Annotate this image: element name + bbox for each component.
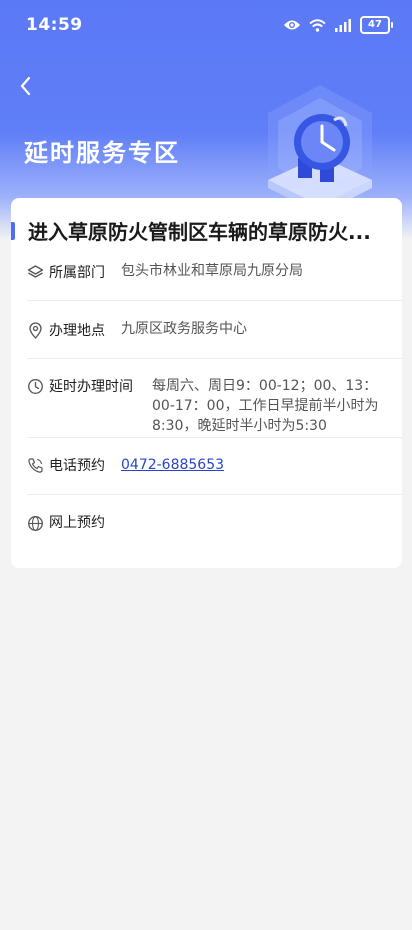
department-row: 所属部门 包头市林业和草原局九原分局	[27, 250, 402, 301]
back-arrow-icon[interactable]	[14, 74, 38, 98]
extended-hours-value: 每周六、周日9：00-12；00、13：00-17：00，工作日早提前半小时为8…	[152, 378, 379, 434]
service-card: 进入草原防火管制区车辆的草原防火... 所属部门 包头市林业和草原局九原分局 办…	[11, 198, 402, 568]
clock-icon	[28, 379, 43, 394]
battery-icon: 47	[360, 16, 393, 34]
location-value: 九原区政务服务中心	[121, 321, 247, 337]
system-icons: 47	[283, 15, 393, 35]
wifi-icon	[309, 18, 326, 32]
phone-number-link[interactable]: 0472-6885653	[121, 455, 321, 475]
page-title: 延时服务专区	[24, 139, 180, 167]
location-label: 办理地点	[49, 323, 105, 339]
location-pin-icon	[29, 322, 42, 339]
location-row: 办理地点 九原区政务服务中心	[27, 301, 402, 359]
status-time: 14:59	[26, 15, 83, 35]
phone-icon	[28, 458, 43, 473]
status-bar: 14:59 47	[0, 0, 412, 50]
title-accent-bar	[11, 222, 15, 240]
globe-icon	[28, 516, 43, 531]
extended-hours-row: 延时办理时间 每周六、周日9：00-12；00、13：00-17：00，工作日早…	[27, 359, 402, 438]
signal-icon	[335, 18, 351, 32]
online-booking-label: 网上预约	[49, 515, 105, 531]
card-title: 进入草原防火管制区车辆的草原防火...	[28, 220, 371, 244]
phone-label: 电话预约	[49, 458, 105, 474]
eye-icon	[284, 20, 300, 30]
phone-row: 电话预约 0472-6885653	[27, 438, 402, 495]
layers-icon	[27, 265, 44, 278]
extended-hours-label: 延时办理时间	[49, 379, 133, 395]
online-booking-row[interactable]: 网上预约	[27, 495, 402, 550]
department-label: 所属部门	[49, 265, 105, 281]
department-value: 包头市林业和草原局九原分局	[121, 263, 303, 279]
